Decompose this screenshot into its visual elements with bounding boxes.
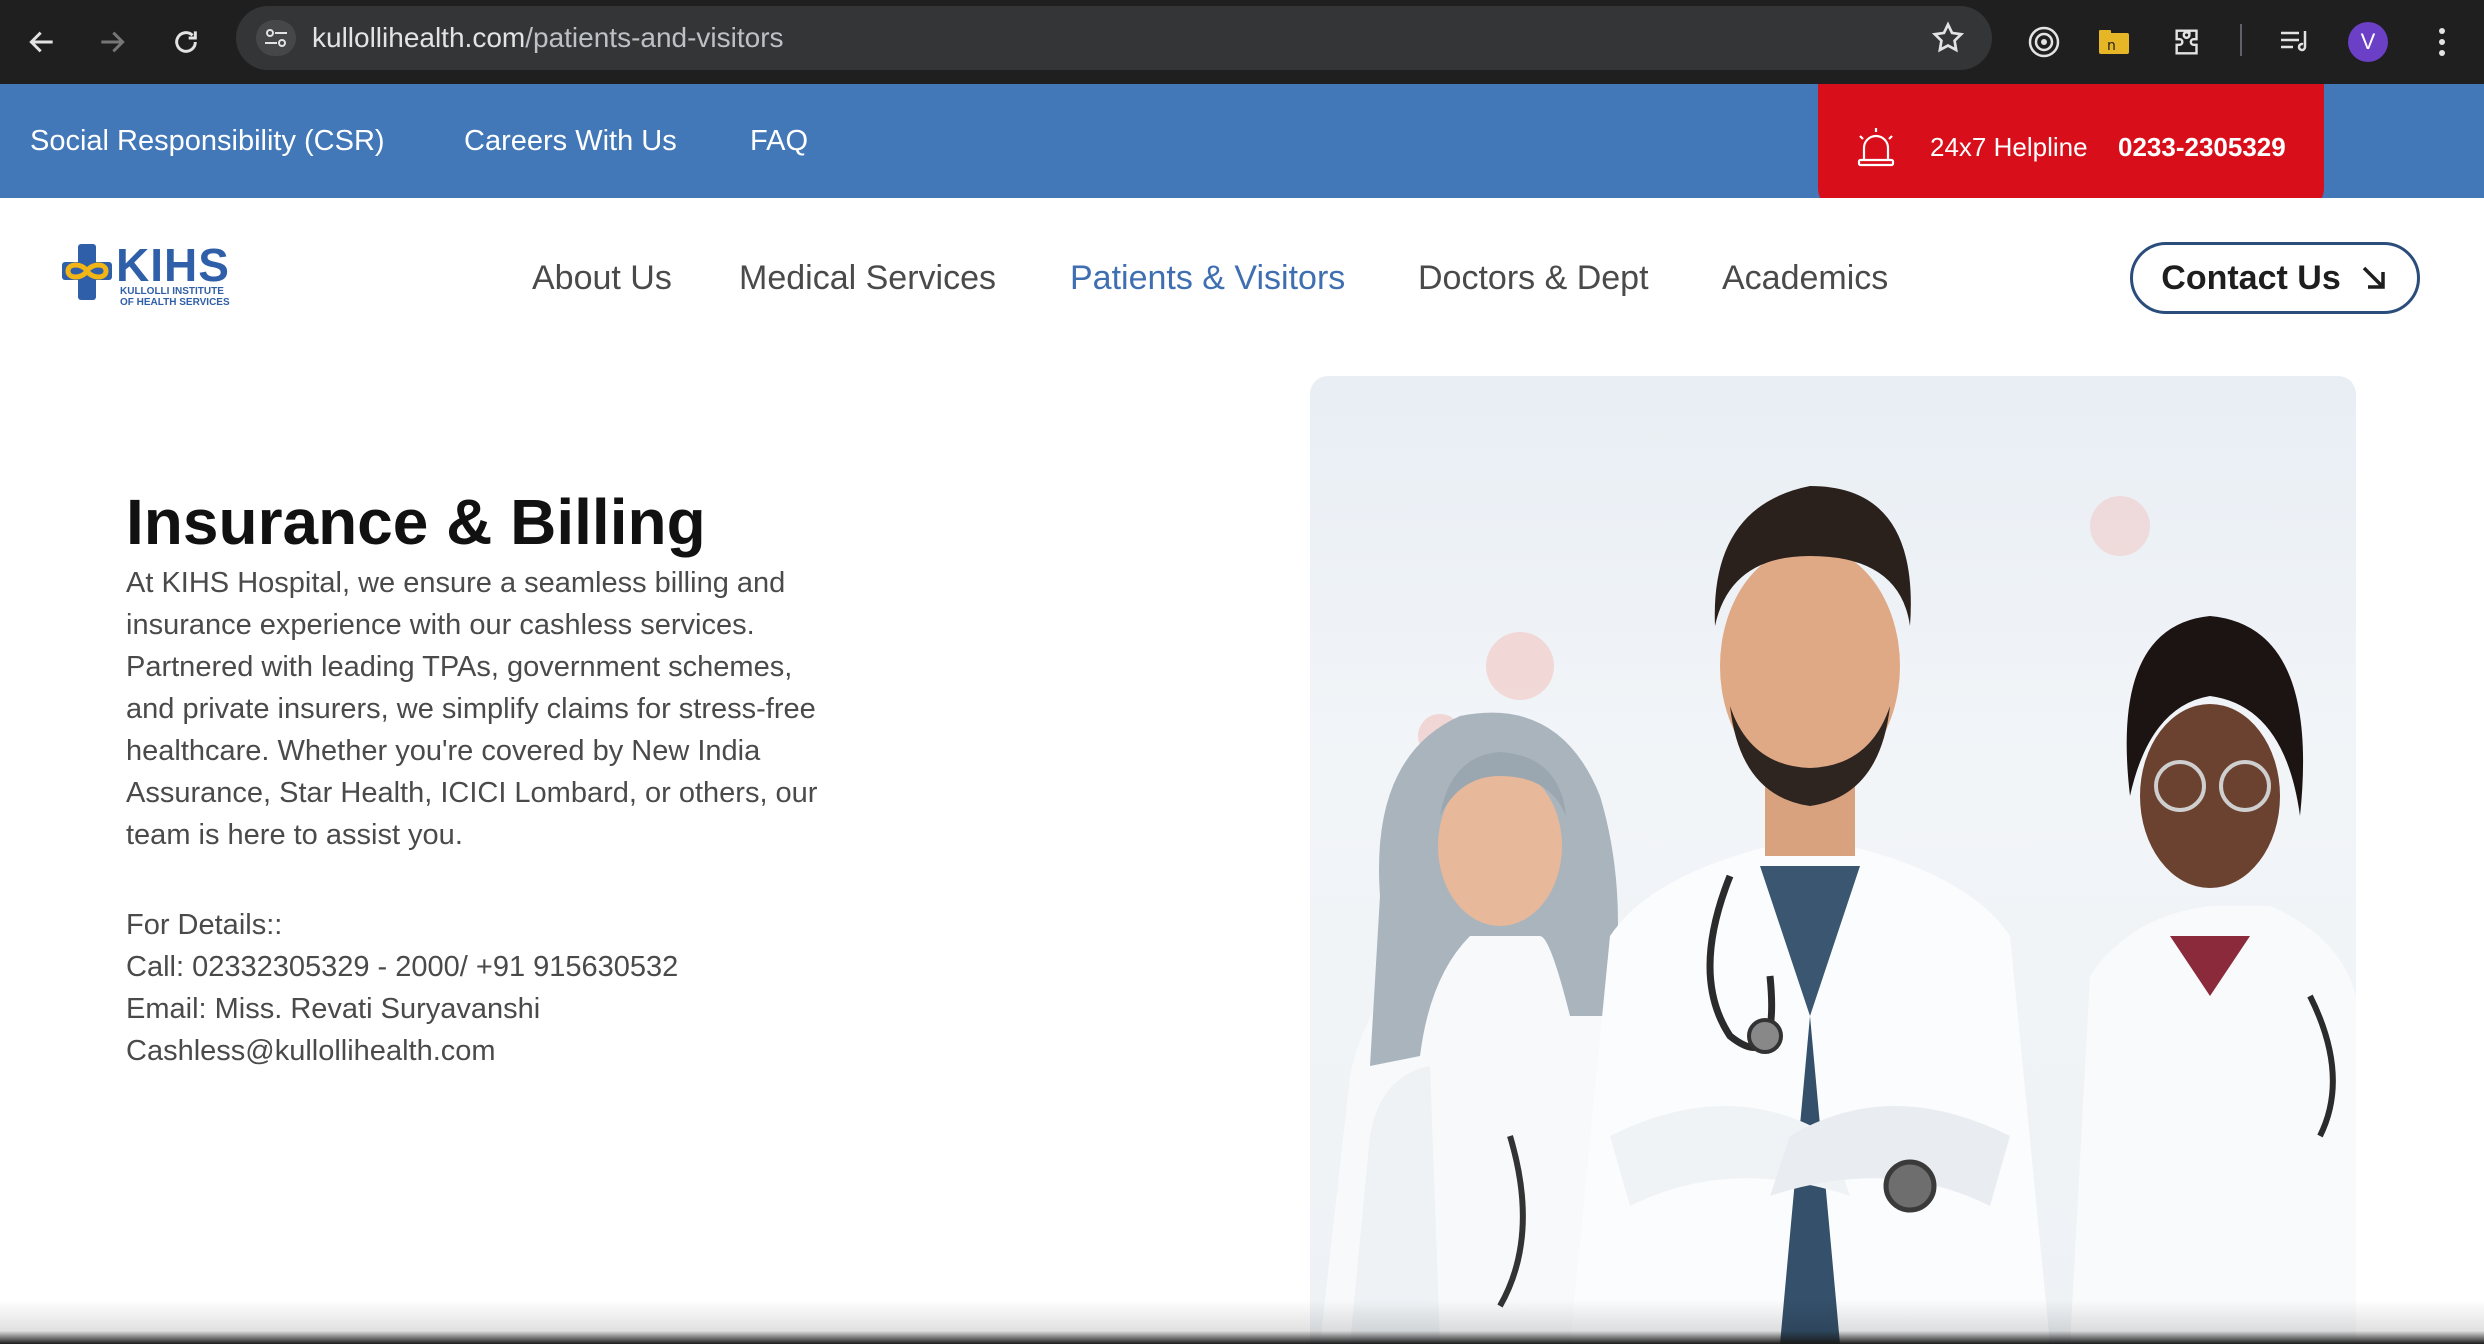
faq-link[interactable]: FAQ bbox=[750, 84, 808, 198]
details-phone: Call: 02332305329 - 2000/ +91 915630532 bbox=[126, 951, 679, 983]
profile-avatar[interactable]: V bbox=[2348, 22, 2388, 62]
nav-academics[interactable]: Academics bbox=[1722, 198, 1888, 358]
doctors-team-photo bbox=[1310, 376, 2356, 1344]
contact-details: For Details:: Call: 02332305329 - 2000/ … bbox=[126, 904, 906, 1072]
browser-menu-icon[interactable] bbox=[2418, 18, 2466, 66]
logo-subtitle: KULLOLLI INSTITUTE OF HEALTH SERVICES bbox=[120, 286, 230, 308]
forward-button[interactable] bbox=[86, 16, 138, 68]
helpline-banner[interactable]: 24x7 Helpline 0233-2305329 bbox=[1818, 84, 2324, 212]
svg-text:n: n bbox=[2107, 38, 2116, 54]
reload-icon bbox=[175, 31, 197, 53]
arrow-right-icon bbox=[101, 31, 125, 53]
extension-folder-icon[interactable]: n bbox=[2090, 18, 2138, 66]
nav-medical-services[interactable]: Medical Services bbox=[739, 198, 996, 358]
browser-toolbar: kullollihealth.com/patients-and-visitors… bbox=[0, 0, 2484, 84]
nav-patients-visitors[interactable]: Patients & Visitors bbox=[1070, 198, 1345, 358]
reload-button[interactable] bbox=[160, 16, 212, 68]
arrow-left-icon bbox=[29, 31, 53, 53]
main-navigation: KIHS KULLOLLI INSTITUTE OF HEALTH SERVIC… bbox=[0, 198, 2484, 358]
extensions-puzzle-icon[interactable] bbox=[2164, 18, 2212, 66]
careers-link[interactable]: Careers With Us bbox=[464, 84, 677, 198]
bookmark-star-icon[interactable] bbox=[1930, 20, 1966, 56]
details-contact-person: Email: Miss. Revati Suryavanshi bbox=[126, 993, 541, 1025]
url-text: kullollihealth.com/patients-and-visitors bbox=[312, 22, 784, 53]
address-bar[interactable]: kullollihealth.com/patients-and-visitors bbox=[236, 6, 1992, 70]
nav-about-us[interactable]: About Us bbox=[532, 198, 672, 358]
toolbar-divider bbox=[2240, 24, 2242, 56]
csr-link[interactable]: Social Responsibility (CSR) bbox=[30, 84, 385, 198]
kihs-logo[interactable]: KIHS KULLOLLI INSTITUTE OF HEALTH SERVIC… bbox=[60, 238, 250, 314]
nav-doctors-dept[interactable]: Doctors & Dept bbox=[1418, 198, 1649, 358]
intro-paragraph: At KIHS Hospital, we ensure a seamless b… bbox=[126, 567, 818, 851]
details-email[interactable]: Cashless@kullollihealth.com bbox=[126, 1030, 906, 1072]
helpline-label: 24x7 Helpline bbox=[1930, 132, 2088, 162]
extension-target-icon[interactable] bbox=[2020, 18, 2068, 66]
alarm-siren-icon bbox=[1857, 128, 1895, 167]
contact-us-button[interactable]: Contact Us bbox=[2130, 242, 2420, 314]
details-heading: For Details:: bbox=[126, 909, 283, 941]
helpline-number[interactable]: 0233-2305329 bbox=[2118, 132, 2286, 163]
arrow-down-right-icon bbox=[2362, 266, 2385, 289]
contact-us-label: Contact Us bbox=[2161, 258, 2341, 297]
insurance-billing-section: Insurance & Billing At KIHS Hospital, we… bbox=[126, 486, 906, 1072]
back-button[interactable] bbox=[16, 16, 68, 68]
logo-title: KIHS bbox=[116, 239, 230, 291]
site-info-icon[interactable] bbox=[256, 20, 296, 56]
page-title: Insurance & Billing bbox=[126, 486, 706, 558]
logo-emblem-icon bbox=[62, 244, 112, 300]
page-bottom-edge bbox=[0, 1300, 2484, 1344]
media-queue-icon[interactable] bbox=[2272, 18, 2320, 66]
